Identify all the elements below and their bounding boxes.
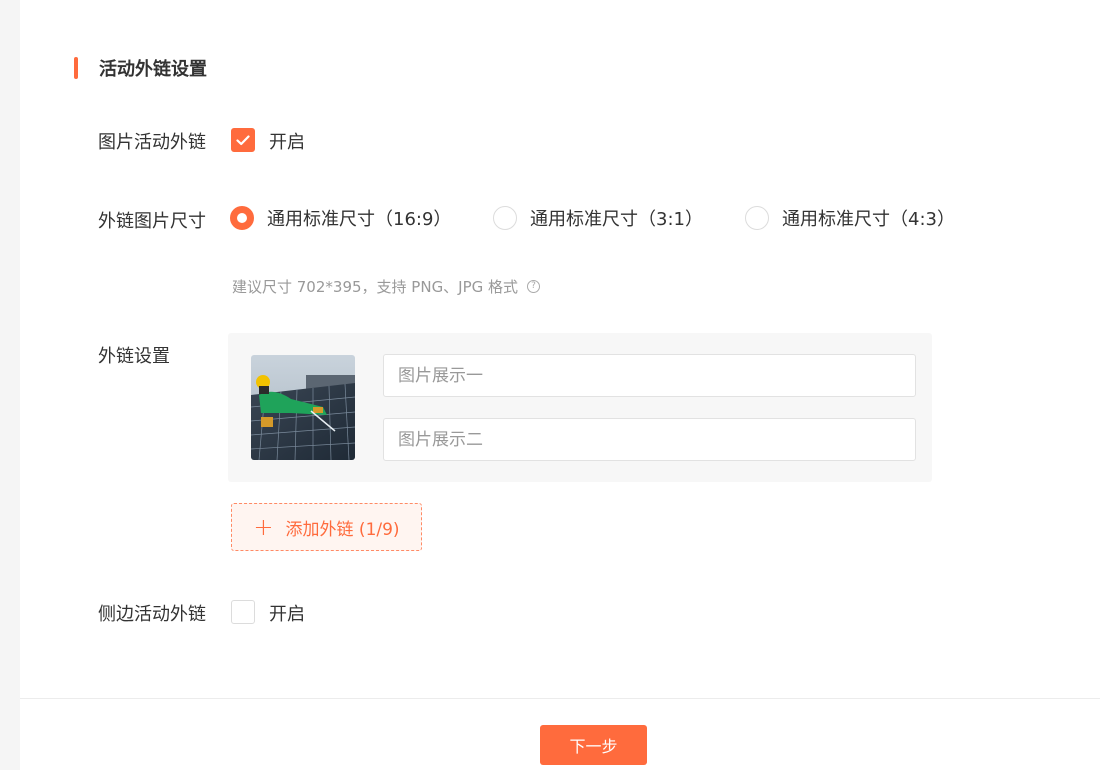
radio-option-16-9[interactable]: 通用标准尺寸（16:9） (230, 205, 451, 231)
plus-icon: + (253, 513, 274, 541)
link-input-2[interactable] (383, 418, 916, 461)
link-settings-label: 外链设置 (98, 346, 170, 367)
image-link-checkbox[interactable] (231, 128, 255, 152)
section-accent-bar (74, 57, 78, 79)
image-link-label: 图片活动外链 (98, 132, 206, 153)
radio-option-label: 通用标准尺寸（3:1） (530, 209, 703, 230)
radio-option-label: 通用标准尺寸（4:3） (782, 209, 955, 230)
size-hint: 建议尺寸 702*395，支持 PNG、JPG 格式 ? (232, 276, 541, 297)
radio-option-label: 通用标准尺寸（16:9） (267, 209, 452, 230)
radio-button[interactable] (493, 206, 517, 230)
settings-card: 活动外链设置 图片活动外链 开启 外链图片尺寸 通用标准尺寸（16:9） 通用标… (20, 0, 1100, 770)
side-link-label: 侧边活动外链 (98, 604, 206, 625)
image-link-checkbox-label[interactable]: 开启 (269, 128, 305, 154)
link-input-1[interactable] (383, 354, 916, 397)
side-link-checkbox-label[interactable]: 开启 (269, 600, 305, 626)
radio-dot (237, 213, 247, 223)
check-icon (236, 134, 250, 145)
add-link-button[interactable]: + 添加外链 (1/9) (231, 503, 422, 551)
solar-panel-worker-image (251, 355, 355, 460)
size-hint-text: 建议尺寸 702*395，支持 PNG、JPG 格式 (232, 278, 519, 296)
radio-option-3-1[interactable]: 通用标准尺寸（3:1） (493, 205, 703, 231)
radio-button[interactable] (745, 206, 769, 230)
link-item-panel (228, 333, 932, 482)
footer-divider (20, 698, 1100, 699)
section-header: 活动外链设置 (74, 57, 207, 80)
radio-button[interactable] (230, 206, 254, 230)
add-link-label: 添加外链 (1/9) (285, 519, 400, 540)
question-circle-icon[interactable]: ? (527, 280, 541, 293)
link-size-label: 外链图片尺寸 (98, 211, 206, 232)
side-link-checkbox[interactable] (231, 600, 255, 624)
section-title: 活动外链设置 (99, 59, 207, 80)
radio-option-4-3[interactable]: 通用标准尺寸（4:3） (745, 205, 955, 231)
left-sidebar-strip (0, 0, 20, 770)
link-image-thumbnail[interactable] (251, 355, 355, 460)
next-step-button[interactable]: 下一步 (540, 725, 647, 765)
